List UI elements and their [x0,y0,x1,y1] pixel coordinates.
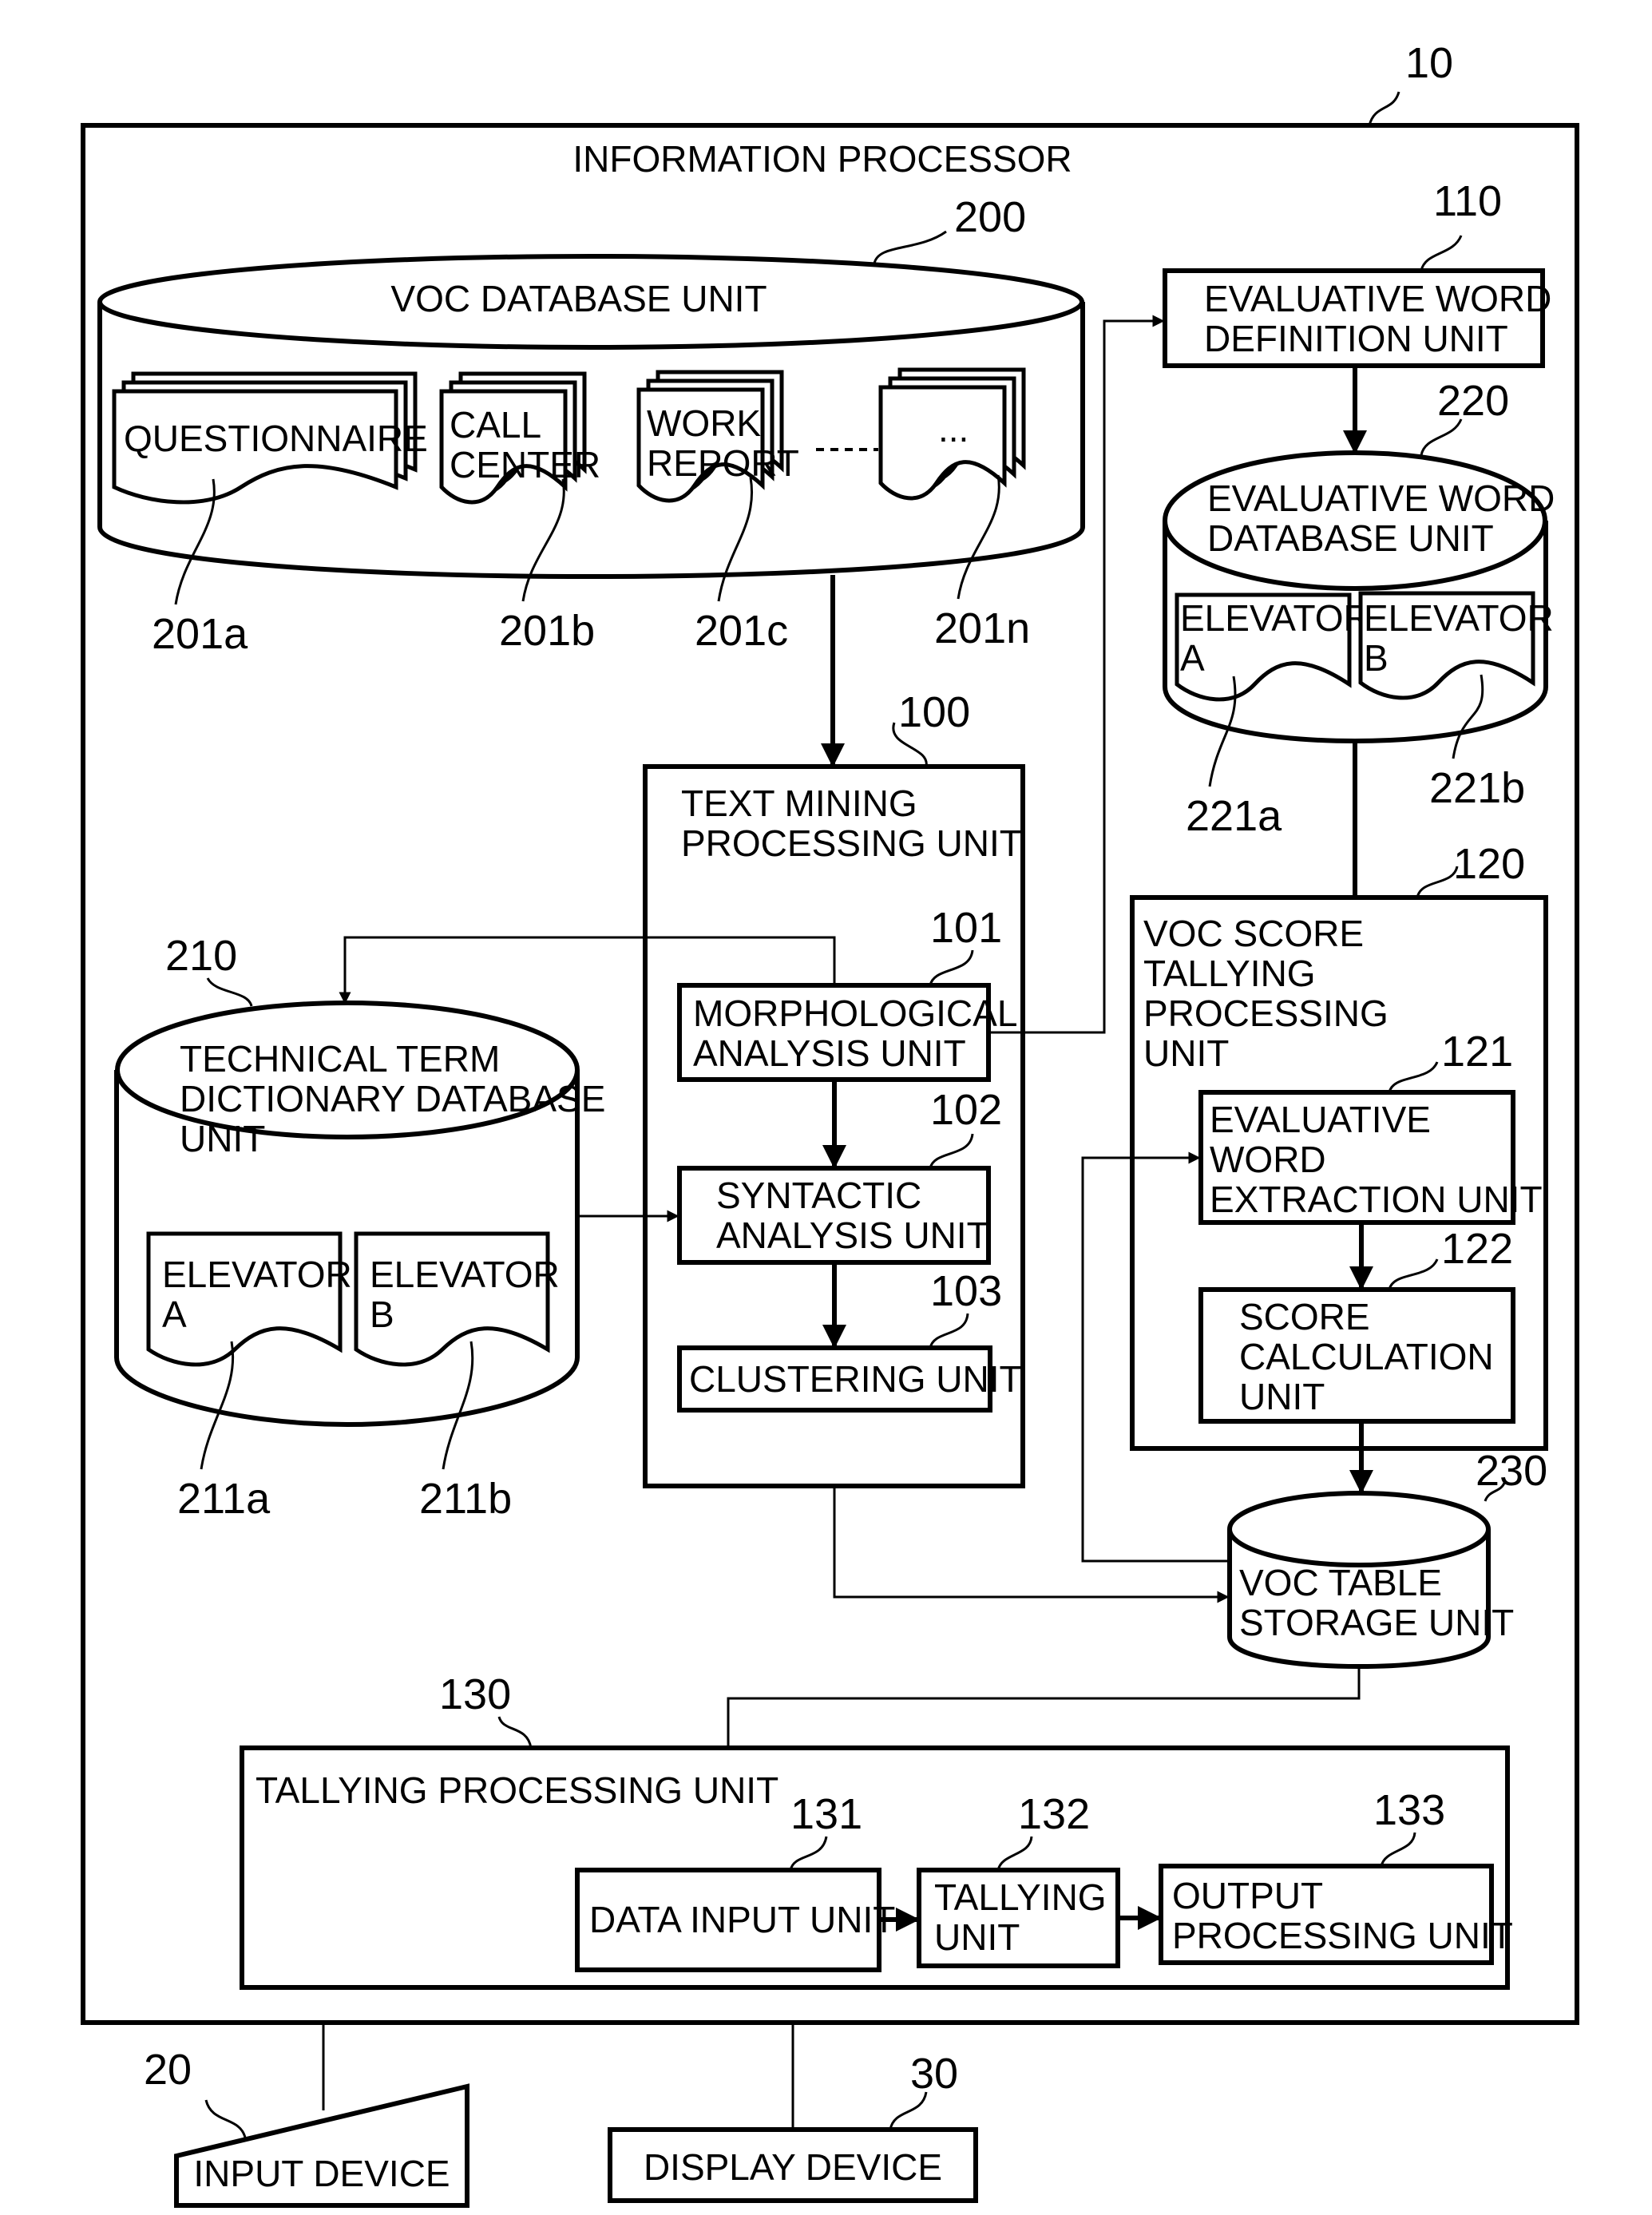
clustering-label: CLUSTERING UNIT [689,1358,1022,1400]
ref-103: 103 [930,1267,1002,1315]
text-line: WORK [647,402,761,444]
text-line: ELEVATOR [370,1254,560,1295]
ref-130: 130 [439,1670,511,1718]
ref-211a: 211a [177,1475,271,1523]
text-line: ELEVATOR [1180,597,1370,639]
text-line: MORPHOLOGICAL [693,993,1017,1034]
text-line: TALLYING [1143,953,1316,994]
text-line: UNIT [934,1916,1020,1958]
ref-132: 132 [1018,1790,1090,1838]
ref-121: 121 [1441,1028,1513,1076]
input-device-label: INPUT DEVICE [193,2153,450,2194]
text-line: PROCESSING [1143,993,1389,1034]
text-line: EXTRACTION UNIT [1210,1179,1543,1220]
ref-102: 102 [930,1086,1002,1134]
ref-201b: 201b [499,607,595,655]
ref-221a: 221a [1186,792,1282,840]
text-line: DICTIONARY DATABASE [180,1078,605,1119]
text-line: CLUSTERING UNIT [689,1358,1022,1400]
ref-201n: 201n [934,604,1030,652]
text-line: STORAGE UNIT [1239,1602,1514,1643]
text-line: CENTER [450,444,600,485]
ref-100: 100 [898,688,970,736]
ref-201a: 201a [152,610,248,658]
text-line: UNIT [180,1118,265,1159]
text-line: DATABASE UNIT [1207,517,1494,559]
ref-133: 133 [1373,1786,1445,1834]
text-line: PROCESSING UNIT [1172,1915,1513,1956]
text-line: B [370,1294,394,1335]
document-label: ... [938,408,969,450]
ref-221b: 221b [1429,764,1525,812]
document-label: QUESTIONNAIRE [124,418,428,459]
text-line: EVALUATIVE WORD [1204,278,1551,319]
text-line: CALL [450,404,541,446]
text-line: PROCESSING UNIT [681,822,1022,864]
ref-10: 10 [1405,39,1453,87]
text-line: WORD [1210,1139,1326,1180]
evaluative-word-definition-label: EVALUATIVE WORD DEFINITION UNIT [1204,278,1551,359]
text-line: ANALYSIS UNIT [693,1032,966,1074]
text-line: B [1364,637,1389,679]
ref-20: 20 [144,2046,192,2094]
text-line: VOC SCORE [1143,913,1364,954]
text-line: EVALUATIVE WORD [1207,477,1555,519]
text-line: SYNTACTIC [716,1175,921,1216]
ref-120: 120 [1453,840,1525,888]
text-line: DATA INPUT UNIT [589,1899,895,1940]
ref-200: 200 [954,193,1026,241]
ref-131: 131 [790,1790,862,1838]
text-line: A [162,1294,187,1335]
text-line: SCORE [1239,1296,1370,1337]
text-line: TALLYING [934,1876,1107,1918]
text-line: A [1180,637,1205,679]
text-line: CALCULATION [1239,1336,1494,1377]
ref-110: 110 [1433,177,1502,225]
ref-220: 220 [1437,377,1509,425]
data-input-label: DATA INPUT UNIT [589,1899,895,1940]
text-line: ... [938,408,969,450]
text-line: ELEVATOR [1364,597,1554,639]
ref-230: 230 [1476,1447,1547,1495]
text-line: QUESTIONNAIRE [124,418,428,459]
text-line: EVALUATIVE [1210,1099,1431,1140]
text-line: UNIT [1239,1376,1325,1417]
display-device-label: DISPLAY DEVICE [644,2146,942,2188]
ref-210: 210 [165,932,237,980]
ref-122: 122 [1441,1225,1513,1273]
block-diagram: INFORMATION PROCESSOR 10 VOC DATABASE UN… [81,39,1579,2208]
text-line: OUTPUT [1172,1875,1323,1916]
text-line: VOC TABLE [1239,1562,1442,1603]
text-line: REPORT [647,442,799,484]
ref-30: 30 [910,2050,958,2098]
tallying-processing-label: TALLYING PROCESSING UNIT [256,1769,778,1811]
text-line: ELEVATOR [162,1254,352,1295]
text-line: UNIT [1143,1032,1229,1074]
text-line: TEXT MINING [681,783,917,824]
information-processor-title: INFORMATION PROCESSOR [572,138,1072,180]
text-line: TECHNICAL TERM [180,1038,500,1080]
ref-211b: 211b [419,1475,512,1523]
text-line: DEFINITION UNIT [1204,318,1508,359]
ref-201c: 201c [695,607,788,655]
voc-database-label: VOC DATABASE UNIT [390,278,767,319]
ref-101: 101 [930,904,1002,952]
text-line: ANALYSIS UNIT [716,1214,989,1256]
